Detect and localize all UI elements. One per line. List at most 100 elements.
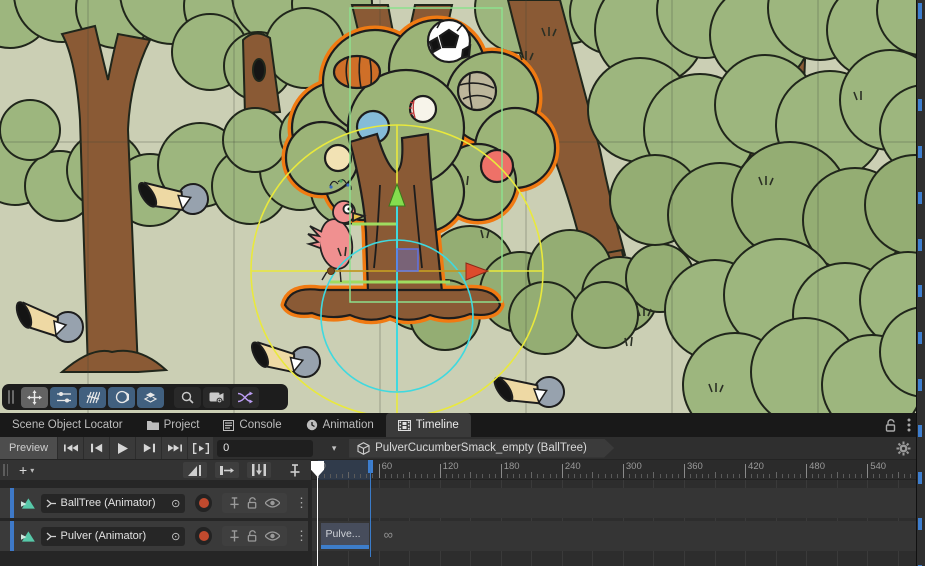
pin-icon[interactable] (229, 530, 240, 542)
goto-start-button[interactable] (57, 437, 83, 459)
pin-icon[interactable] (229, 497, 240, 509)
timeline-breadcrumb[interactable]: PulverCucumberSmack_empty (BallTree) (349, 439, 614, 458)
panel-edge-dash (918, 146, 922, 158)
sphere-tool-button[interactable] (108, 387, 135, 408)
scene-canvas (0, 0, 925, 413)
ruler-tick (788, 474, 789, 478)
animator-object-field[interactable]: Pulver (Animator) ⊙ (41, 527, 186, 546)
tab-scene-object-locator[interactable]: Scene Object Locator (0, 413, 135, 437)
object-picker-icon[interactable]: ⊙ (171, 497, 180, 510)
unlock-icon[interactable] (247, 497, 258, 509)
move-tool-button[interactable] (21, 387, 48, 408)
record-button[interactable] (195, 527, 212, 545)
ruler-tick (751, 474, 752, 478)
folder-icon (147, 420, 159, 430)
ruler-label: 60 (382, 461, 393, 472)
ruler-tick (586, 474, 587, 478)
ruler-tick (598, 474, 599, 478)
clock-icon (306, 419, 318, 431)
gear-icon (896, 441, 911, 456)
track-toolbar: +▾ (0, 460, 312, 480)
ruler-tick (617, 474, 618, 478)
track-kebab-menu[interactable]: ⋮ (295, 495, 308, 511)
unlock-icon[interactable] (247, 530, 258, 542)
track-header[interactable]: Pulver (Animator) ⊙ ⋮ (0, 521, 308, 551)
search-tool-button[interactable] (174, 387, 201, 408)
add-track-button[interactable]: +▾ (13, 462, 40, 478)
animator-object-field[interactable]: BallTree (Animator) ⊙ (41, 494, 186, 513)
replace-mode-icon (252, 464, 266, 476)
scene-viewport[interactable] (0, 0, 925, 413)
ruler-tick (446, 474, 447, 478)
ruler-tick (336, 474, 337, 478)
toolbar-drag-handle[interactable] (8, 390, 16, 404)
mix-mode-button[interactable] (183, 462, 207, 478)
docked-panel-edge-strip[interactable] (916, 0, 925, 566)
track-row-balltree: BallTree (Animator) ⊙ ⋮ (0, 488, 925, 518)
ruler-tick (556, 474, 557, 478)
film-icon (398, 420, 411, 431)
panel-edge-dash (918, 239, 922, 251)
eye-icon[interactable] (265, 531, 280, 541)
ruler-tick (409, 472, 410, 478)
object-picker-icon[interactable]: ⊙ (171, 530, 180, 543)
track-kebab-menu[interactable]: ⋮ (295, 528, 308, 544)
tab-project[interactable]: Project (135, 413, 212, 437)
ruler-tick (861, 474, 862, 478)
ruler-tick (458, 474, 459, 478)
track-header[interactable]: BallTree (Animator) ⊙ ⋮ (0, 488, 308, 518)
timeline-ruler[interactable]: 060120180240300360420480540 (312, 460, 916, 480)
hatch-tool-button[interactable] (79, 387, 106, 408)
plane-handle[interactable] (397, 249, 418, 271)
timeline-settings-button[interactable] (896, 441, 911, 456)
ruler-label: 300 (626, 461, 642, 472)
play-button[interactable] (109, 437, 135, 459)
ruler-tick (360, 474, 361, 478)
ruler-tick (672, 474, 673, 478)
kebab-menu-icon[interactable] (907, 418, 911, 432)
ruler-tick (745, 464, 746, 478)
baseball (409, 96, 436, 122)
animation-clip[interactable]: Pulve... (321, 523, 370, 549)
tab-timeline[interactable]: Timeline (386, 413, 471, 437)
tab-console[interactable]: Console (211, 413, 293, 437)
preview-toggle-button[interactable]: Preview (0, 437, 57, 459)
replace-mode-button[interactable] (247, 462, 271, 478)
current-frame-field[interactable]: 0 (217, 440, 313, 457)
panel-edge-dash (918, 472, 922, 484)
ruler-tick (678, 474, 679, 478)
play-range-icon (193, 443, 209, 454)
ruler-tick (647, 474, 648, 478)
record-button[interactable] (195, 494, 212, 512)
pin-icon (289, 464, 301, 477)
unlock-icon[interactable] (885, 419, 897, 432)
timeline-dropdown-arrow[interactable]: ▾ (321, 443, 347, 454)
prev-frame-button[interactable] (83, 437, 109, 459)
ripple-mode-icon (220, 465, 234, 476)
ruler-tick (708, 474, 709, 478)
ruler-tick (733, 474, 734, 478)
ruler-tick (464, 474, 465, 478)
camera-tool-button[interactable] (203, 387, 230, 408)
track-selected-stripe (10, 521, 14, 551)
sliders-tool-button[interactable] (50, 387, 77, 408)
tab-animation[interactable]: Animation (294, 413, 386, 437)
next-frame-button[interactable] (135, 437, 161, 459)
marker-pin-button[interactable] (289, 464, 301, 477)
ripple-mode-button[interactable] (215, 462, 239, 478)
layers-tool-button[interactable] (137, 387, 164, 408)
ruler-tick (605, 474, 606, 478)
ruler-tick (684, 464, 685, 478)
eye-icon[interactable] (265, 498, 280, 508)
goto-end-button[interactable] (161, 437, 187, 459)
animation-track-icon (21, 497, 35, 510)
track-lane[interactable]: Pulve... ∞ (312, 521, 916, 551)
ruler-tick (476, 474, 477, 478)
pivot-dot (328, 268, 335, 275)
tab-label: Scene Object Locator (12, 419, 123, 431)
ruler-tick (867, 464, 868, 478)
shuffle-tool-button[interactable] (232, 387, 259, 408)
track-lane[interactable] (312, 488, 916, 518)
play-range-button[interactable] (187, 437, 213, 459)
ruler-tick (562, 464, 563, 478)
